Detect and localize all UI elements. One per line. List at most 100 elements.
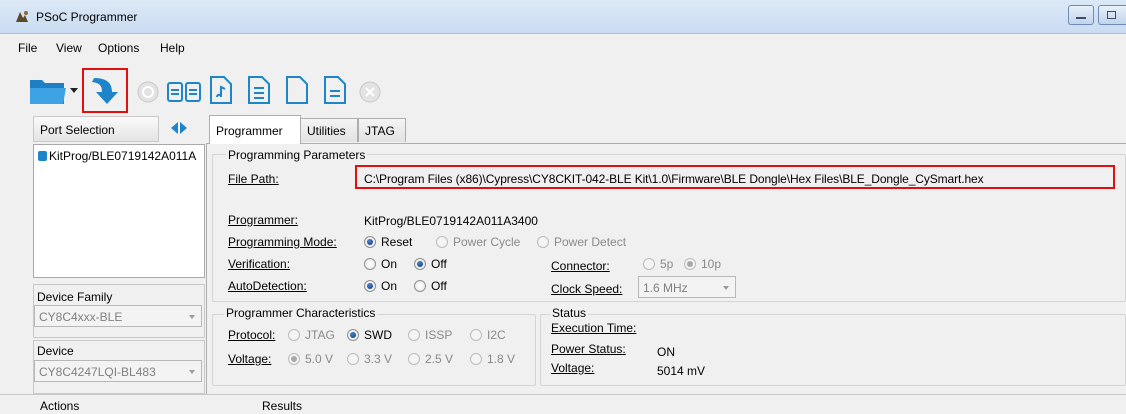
file-path-label: File Path: [228,172,279,186]
verification-on-label: On [381,257,398,271]
program-icon[interactable] [88,74,122,108]
clock-speed-label: Clock Speed: [551,282,623,296]
menu-options[interactable]: Options [98,41,139,55]
protocol-swd-label: SWD [364,328,392,342]
stop-icon[interactable] [358,80,382,104]
status-title: Status [550,306,589,320]
programmer-characteristics-group [212,314,536,386]
tab-jtag[interactable]: JTAG [358,118,406,142]
device-family-value: CY8C4xxx-BLE [39,310,123,324]
port-label: KitProg/BLE0719142A011A [49,149,197,163]
mode-power-cycle-radio[interactable] [436,236,448,248]
port-selection-label: Port Selection [40,123,115,137]
blank-check-icon[interactable] [322,74,348,106]
tab-programmer-label: Programmer [216,124,283,138]
maximize-button[interactable] [1098,5,1126,25]
protocol-label: Protocol: [228,328,276,342]
actions-column-header[interactable]: Actions [40,399,79,413]
verification-off-radio[interactable] [414,258,426,270]
voltage-5v-radio[interactable] [288,353,300,365]
protocol-jtag-radio[interactable] [288,329,300,341]
programming-mode-label: Programming Mode: [228,235,337,249]
voltage-1v8-label: 1.8 V [487,352,516,366]
device-label: Device [37,344,74,358]
programmer-label: Programmer: [228,213,299,227]
connector-10p-label: 10p [701,257,722,271]
voltage-1v8-radio[interactable] [470,353,482,365]
protocol-issp-radio[interactable] [408,329,420,341]
autodetection-label: AutoDetection: [228,279,307,293]
checksum-icon[interactable] [284,74,310,106]
window-title: PSoC Programmer [36,10,138,24]
tab-jtag-label: JTAG [365,124,395,138]
port-selection-header: Port Selection [33,116,159,142]
verify-icon[interactable] [166,78,202,106]
connector-5p-radio[interactable] [643,258,655,270]
autodetection-on-radio[interactable] [364,280,376,292]
port-list-item[interactable]: KitProg/BLE0719142A011A [34,145,204,165]
protocol-swd-radio[interactable] [347,329,359,341]
tab-utilities[interactable]: Utilities [300,118,358,142]
voltage-5v-label: 5.0 V [305,352,334,366]
halt-icon[interactable] [136,80,160,104]
chevron-down-icon [723,286,729,290]
status-voltage-value: 5014 mV [657,364,706,378]
dropdown-arrow-icon[interactable] [70,88,78,94]
voltage-label: Voltage: [228,352,272,366]
execution-time-label: Execution Time: [551,321,637,335]
voltage-2v5-label: 2.5 V [425,352,454,366]
device-select[interactable]: CY8C4247LQI-BL483 [34,360,202,382]
mode-power-detect-label: Power Detect [554,235,627,249]
open-folder-icon[interactable] [28,74,68,106]
voltage-3v3-label: 3.3 V [364,352,393,366]
title-bar [0,0,1126,34]
erase-icon[interactable] [246,74,272,106]
device-family-select[interactable]: CY8C4xxx-BLE [34,305,202,327]
minimize-button[interactable] [1068,5,1094,25]
protocol-jtag-label: JTAG [305,328,335,342]
voltage-2v5-radio[interactable] [408,353,420,365]
autodetection-off-radio[interactable] [414,280,426,292]
tab-utilities-label: Utilities [307,124,346,138]
verification-label: Verification: [228,257,291,271]
mode-power-cycle-label: Power Cycle [453,235,521,249]
verification-off-label: Off [431,257,447,271]
autodetection-on-label: On [381,279,398,293]
mode-power-detect-radio[interactable] [537,236,549,248]
menu-file[interactable]: File [18,41,37,55]
menu-help[interactable]: Help [160,41,185,55]
autodetection-off-label: Off [431,279,447,293]
results-header [0,394,1126,414]
app-icon [16,11,28,22]
port-list[interactable]: KitProg/BLE0719142A011A [33,144,205,278]
clock-speed-value: 1.6 MHz [643,281,688,295]
voltage-3v3-radio[interactable] [347,353,359,365]
power-status-value: ON [657,345,675,359]
device-family-label: Device Family [37,290,113,304]
splitter-arrows-icon[interactable] [170,121,188,135]
results-column-header[interactable]: Results [262,399,302,413]
power-status-label: Power Status: [551,342,626,356]
programmer-value: KitProg/BLE0719142A011A3400 [364,214,538,228]
chevron-down-icon [189,315,195,319]
protocol-i2c-label: I2C [487,328,506,342]
verification-on-radio[interactable] [364,258,376,270]
port-status-icon [38,151,47,161]
read-icon[interactable] [208,74,234,106]
protocol-issp-label: ISSP [425,328,453,342]
mode-reset-label: Reset [381,235,413,249]
clock-speed-select[interactable]: 1.6 MHz [638,276,736,298]
file-path-highlight [355,165,1115,189]
status-voltage-label: Voltage: [551,361,595,375]
connector-10p-radio[interactable] [684,258,696,270]
tab-programmer[interactable]: Programmer [209,115,301,144]
device-value: CY8C4247LQI-BL483 [39,365,156,379]
connector-label: Connector: [551,259,610,273]
programming-parameters-title: Programming Parameters [226,148,368,162]
chevron-down-icon [189,370,195,374]
connector-5p-label: 5p [660,257,674,271]
programmer-characteristics-title: Programmer Characteristics [224,306,378,320]
mode-reset-radio[interactable] [364,236,376,248]
protocol-i2c-radio[interactable] [470,329,482,341]
menu-view[interactable]: View [56,41,82,55]
